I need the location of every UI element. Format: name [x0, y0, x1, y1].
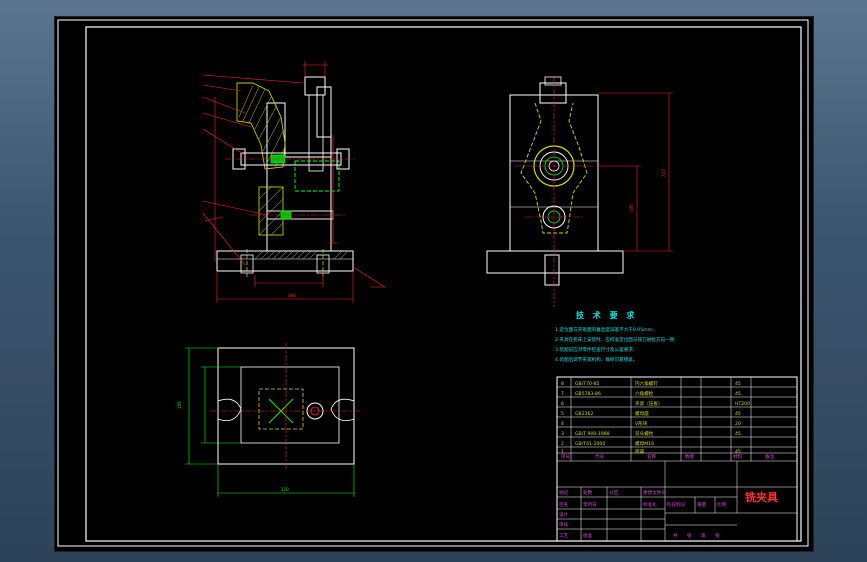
title-block-label: 年月日 [583, 501, 597, 508]
title-block-label: 共 [673, 532, 678, 539]
front-width-dim: 180 [288, 293, 296, 298]
title-block-label: 张 [715, 532, 720, 539]
bom-cell-code: GB5783-86 [575, 391, 601, 397]
title-block-label: 第 [701, 532, 706, 539]
bom-header-code: 代号 [595, 453, 605, 460]
bom-table: 8 GB/T70-85 内六角螺钉 457 GB5783-86 六角螺栓 456 夹紧（压板）… [556, 376, 798, 542]
bom-cell-name: 双头螺柱 [635, 430, 654, 437]
front-view: 180 [202, 61, 386, 303]
title-block-label: 标准化 [643, 501, 657, 508]
bom-cell-no: 8 [561, 381, 564, 387]
bom-cell-material: 20 [735, 421, 741, 427]
title-block-label: 工艺 [559, 533, 569, 539]
tech-req-line-1: 1.定位面与夹紧面的垂直度误差不大于0.05mm; [555, 326, 654, 333]
technical-requirements: 技 术 要 求 1.定位面与夹紧面的垂直度误差不大于0.05mm; 2.夹具在机… [555, 310, 676, 363]
bom-cell-name: 六角螺栓 [635, 390, 654, 397]
bom-cell-code: GB/T70-85 [575, 381, 599, 387]
top-width-dim: 120 [281, 487, 289, 492]
bom-cell-material: 45 [735, 411, 741, 417]
bom-cell-code: GB2362 [575, 411, 593, 417]
bom-header-remark: 备注 [765, 453, 775, 460]
top-view [185, 343, 361, 497]
bom-cell-code: GB/T 900-1988 [575, 431, 610, 437]
bom-cell-code: GB/T41-2000 [575, 441, 605, 447]
bom-cell-material: 45 [735, 381, 741, 387]
top-depth-dim: 155 [177, 401, 182, 409]
bom-cell-no: 6 [561, 401, 564, 407]
tech-req-heading: 技 术 要 求 [576, 310, 637, 320]
cad-drawing: 180 技 术 要 求 1.定位面与夹紧面的垂直度误差不大于0.05mm; 2.… [57, 19, 809, 547]
tech-req-line-4: 4.装配后调节夹紧机构，确保可靠锁紧。 [555, 356, 637, 363]
bom-cell-no: 7 [561, 391, 564, 397]
title-block-label: 处数 [583, 489, 593, 496]
bom-cell-material: 45 [735, 431, 741, 437]
title-block-label: 审核 [559, 521, 569, 528]
bom-cell-no: 5 [561, 411, 564, 417]
title-block-label: 设计 [559, 511, 569, 518]
bom-cell-no: 3 [561, 431, 564, 437]
bom-header-material: 材料 [733, 453, 743, 460]
bom-cell-name: 螺母M16 [635, 440, 654, 447]
bom-cell-material: 45 [735, 391, 741, 397]
bom-cell-name: 夹紧（压板） [635, 400, 663, 407]
drawing-title: 铣夹具 [745, 490, 778, 504]
bom-cell-name: V形块 [635, 420, 648, 427]
drawing-sheet: 180 技 术 要 求 1.定位面与夹紧面的垂直度误差不大于0.05mm; 2.… [54, 16, 814, 552]
title-block-label: 张 [687, 532, 692, 539]
bom-header-qty: 数量 [685, 453, 695, 460]
title-block-label: 比例 [717, 501, 727, 508]
side-view [486, 76, 673, 307]
bom-cell-name: 底座 [635, 448, 645, 455]
title-block-label: 阶段标记 [667, 501, 686, 508]
title-block-label: 分区 [609, 489, 619, 496]
outer-border [57, 19, 809, 547]
side-center-dim: 185 [629, 204, 634, 212]
bom-cell-no: 4 [561, 421, 564, 427]
title-block-label: 重量 [697, 501, 707, 508]
front-base-plate [216, 250, 354, 272]
bom-header-name: 名称 [647, 453, 657, 460]
bom-header-no: 序号 [561, 453, 571, 460]
bom-cell-name: 内六角螺钉 [635, 380, 658, 387]
bom-cell-material: HT200 [735, 401, 750, 407]
tech-req-line-2: 2.夹具在机床上安装时，应校准定位面与铣刀进给方向一致; [555, 336, 676, 343]
bom-cell-name: 螺母座 [635, 410, 649, 417]
side-height-dim: 220 [661, 169, 666, 177]
tech-req-line-3: 3.装配前应对零件检查尺寸及公差要求; [555, 346, 635, 353]
side-base-plate [486, 250, 624, 274]
title-block-label: 批准 [583, 532, 593, 539]
title-block-label: 更改文件号 [643, 489, 666, 496]
title-block-label: 标记 [559, 489, 569, 496]
title-block: 铣夹具 标记 处数 分区 更改文件号签名 年月日设计审核工艺 批准 标准化 阶段标记 重量 比例共… [557, 461, 797, 541]
title-block-label: 签名 [559, 501, 568, 508]
bom-cell-no: 2 [561, 441, 564, 447]
